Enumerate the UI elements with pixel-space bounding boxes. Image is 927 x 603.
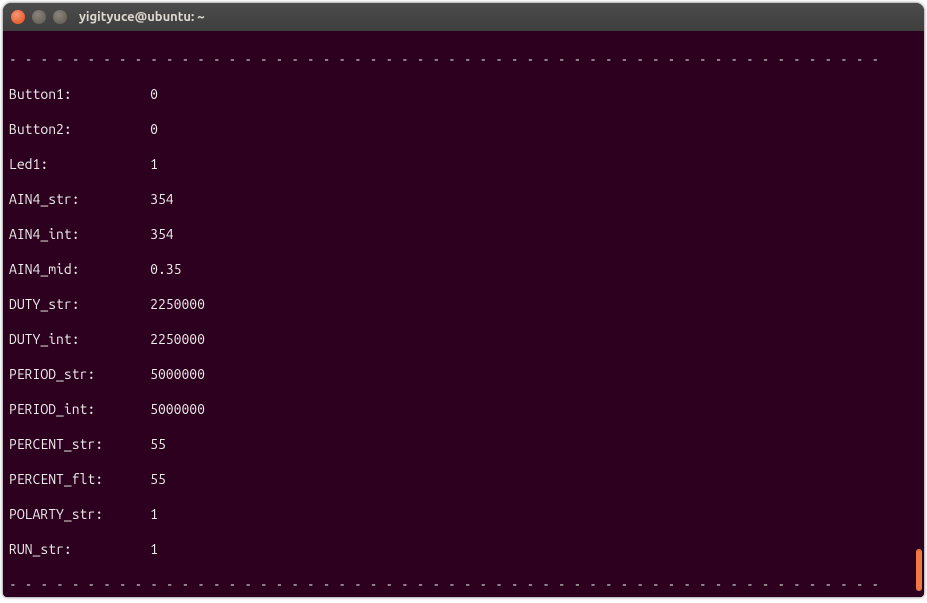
- separator-line: - - - - - - - - - - - - - - - - - - - - …: [9, 51, 918, 69]
- output-value: 1: [150, 506, 158, 524]
- output-label: AIN4_mid:: [9, 261, 150, 279]
- output-row: PERIOD_str:5000000: [9, 366, 918, 384]
- output-label: DUTY_int:: [9, 331, 150, 349]
- minimize-icon[interactable]: [32, 10, 46, 24]
- separator-line: - - - - - - - - - - - - - - - - - - - - …: [9, 576, 918, 594]
- output-label: Button1:: [9, 86, 150, 104]
- output-value: 2250000: [150, 331, 205, 349]
- output-label: PERCENT_str:: [9, 436, 150, 454]
- output-label: PERCENT_flt:: [9, 471, 150, 489]
- output-value: 2250000: [150, 296, 205, 314]
- output-label: POLARTY_str:: [9, 506, 150, 524]
- output-row: POLARTY_str:1: [9, 506, 918, 524]
- output-label: PERIOD_str:: [9, 366, 150, 384]
- output-row: PERCENT_str:55: [9, 436, 918, 454]
- output-row: RUN_str:1: [9, 541, 918, 559]
- output-label: PERIOD_int:: [9, 401, 150, 419]
- output-row: DUTY_int:2250000: [9, 331, 918, 349]
- output-value: 1: [150, 156, 158, 174]
- output-value: 55: [150, 471, 166, 489]
- output-label: Led1:: [9, 156, 150, 174]
- output-value: 5000000: [150, 401, 205, 419]
- scrollbar-thumb[interactable]: [916, 549, 922, 591]
- output-value: 55: [150, 436, 166, 454]
- output-label: DUTY_str:: [9, 296, 150, 314]
- close-icon[interactable]: [11, 10, 25, 24]
- output-value: 0: [150, 121, 158, 139]
- window-controls: [11, 10, 67, 24]
- output-label: RUN_str:: [9, 541, 150, 559]
- output-value: 354: [150, 191, 174, 209]
- output-row: DUTY_str:2250000: [9, 296, 918, 314]
- output-row: AIN4_str:354: [9, 191, 918, 209]
- output-row: Led1:1: [9, 156, 918, 174]
- output-label: Button2:: [9, 121, 150, 139]
- output-row: PERIOD_int:5000000: [9, 401, 918, 419]
- output-label: AIN4_str:: [9, 191, 150, 209]
- titlebar[interactable]: yigityuce@ubuntu: ~: [3, 3, 924, 31]
- terminal-body[interactable]: - - - - - - - - - - - - - - - - - - - - …: [3, 31, 924, 597]
- output-label: AIN4_int:: [9, 226, 150, 244]
- terminal-window: yigityuce@ubuntu: ~ - - - - - - - - - - …: [3, 3, 924, 597]
- output-row: Button2:0: [9, 121, 918, 139]
- output-value: 5000000: [150, 366, 205, 384]
- window-title: yigityuce@ubuntu: ~: [79, 10, 205, 24]
- maximize-icon[interactable]: [53, 10, 67, 24]
- output-row: AIN4_int:354: [9, 226, 918, 244]
- output-value: 0: [150, 86, 158, 104]
- output-value: 354: [150, 226, 174, 244]
- output-row: Button1:0: [9, 86, 918, 104]
- output-row: PERCENT_flt:55: [9, 471, 918, 489]
- output-value: 0.35: [150, 261, 181, 279]
- output-value: 1: [150, 541, 158, 559]
- output-row: AIN4_mid:0.35: [9, 261, 918, 279]
